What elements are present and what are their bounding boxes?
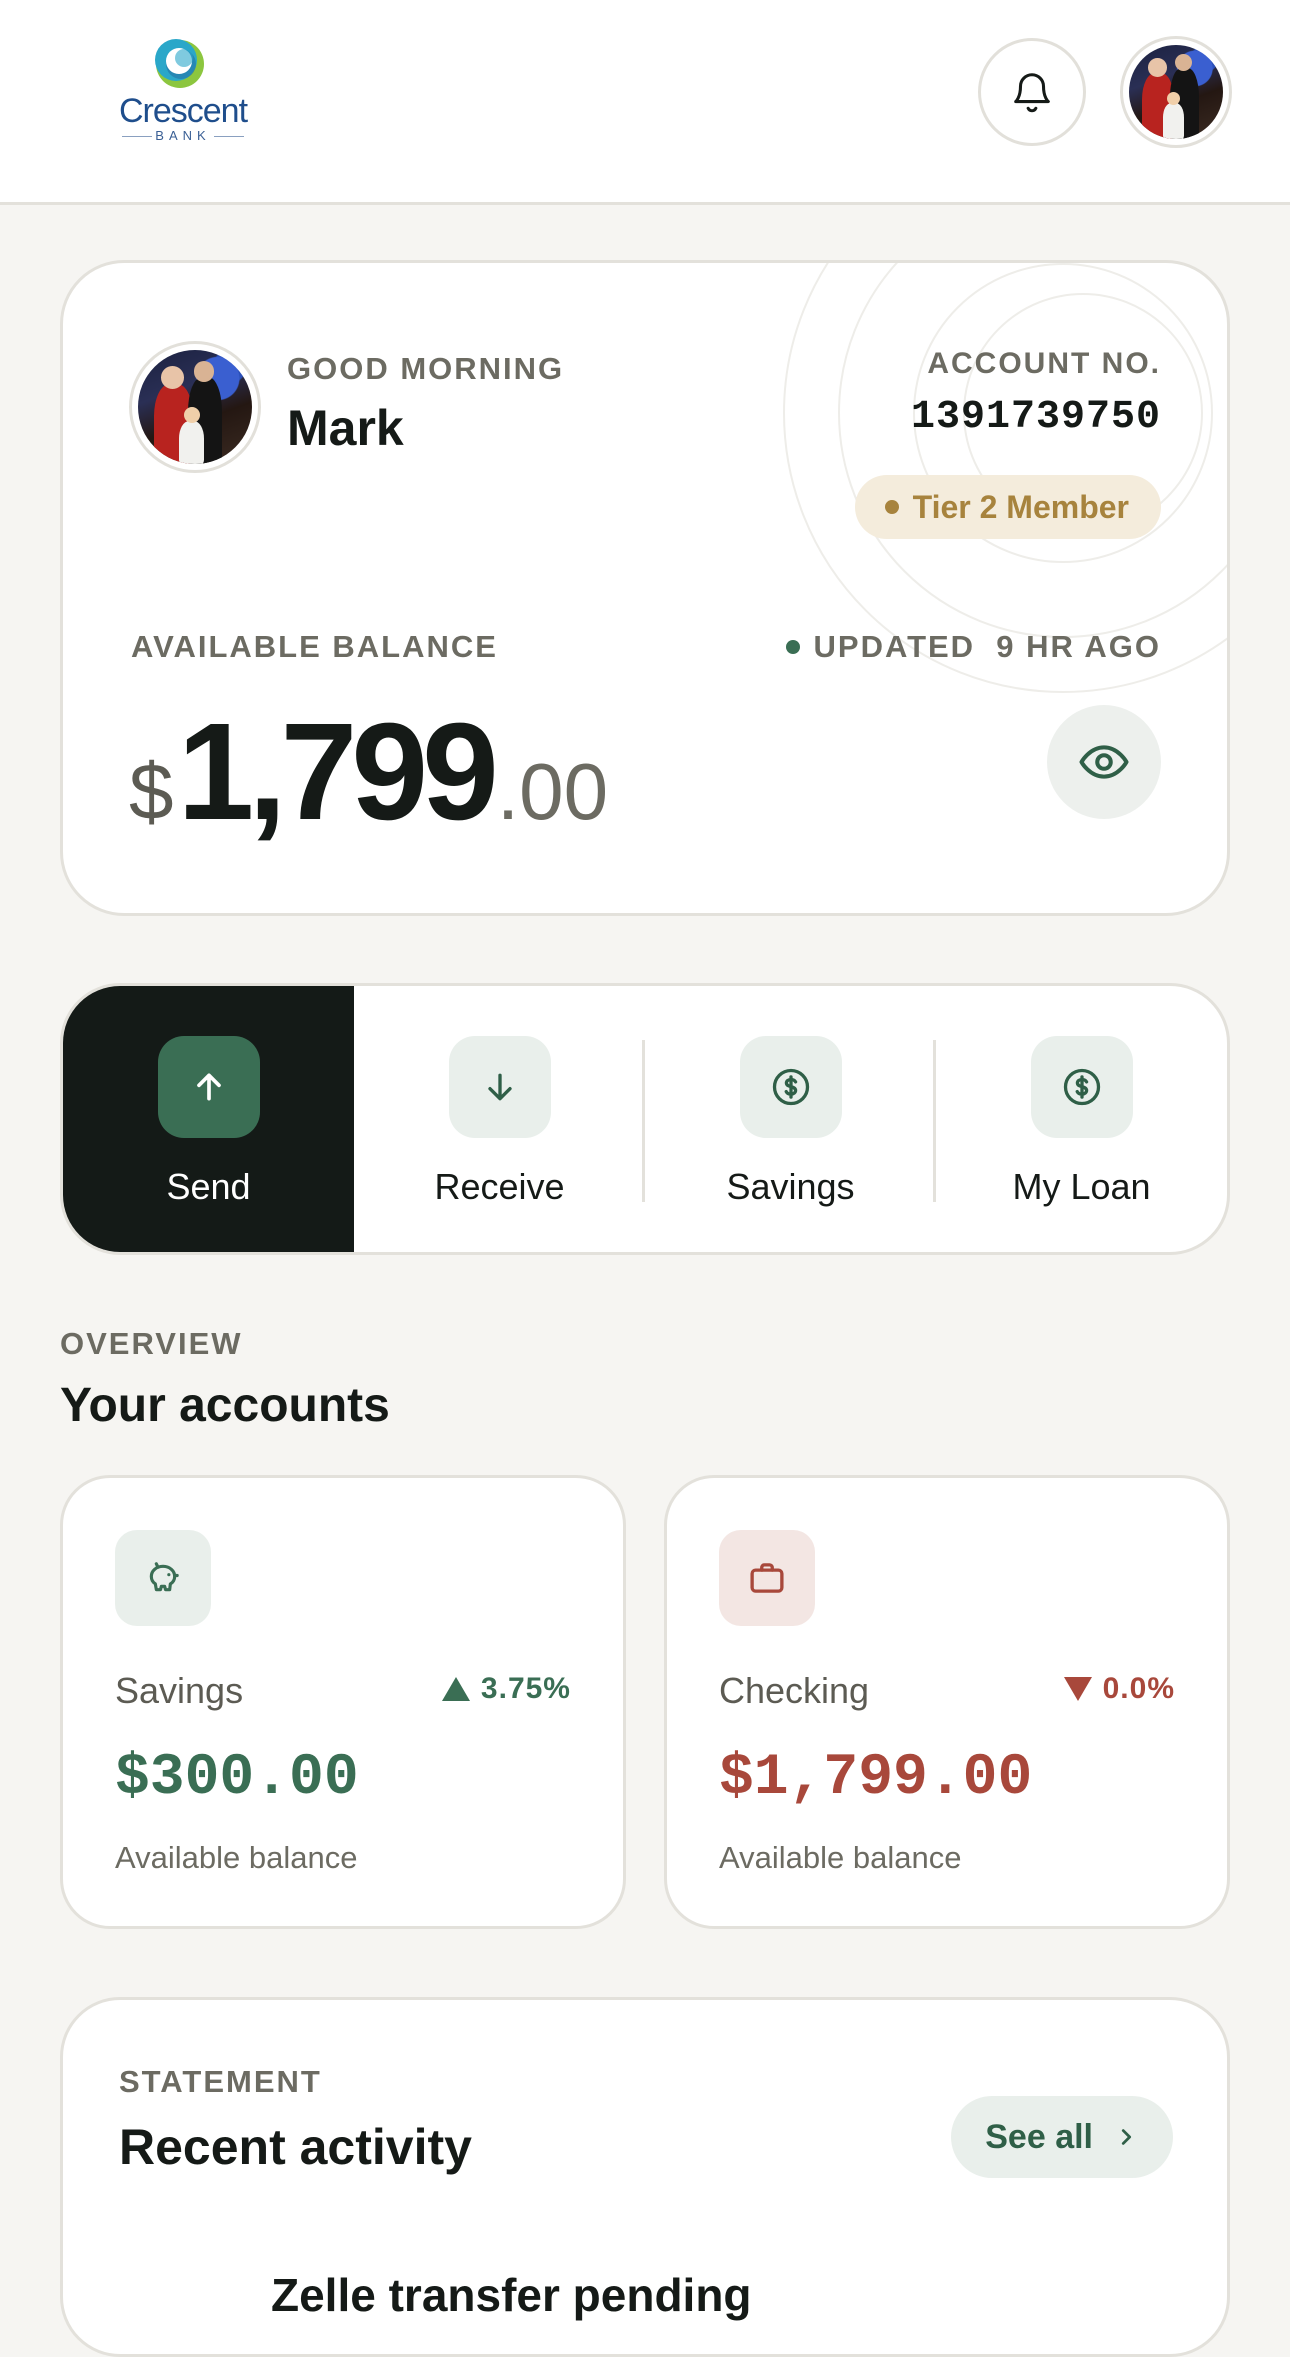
my-loan-button[interactable]: My Loan [936, 986, 1227, 1252]
profile-avatar-button[interactable] [1120, 36, 1232, 148]
send-label: Send [166, 1166, 251, 1207]
savings-account-card[interactable]: Savings 3.75% $300.00 Available balance [60, 1475, 626, 1929]
tier-label: Tier 2 Member [912, 488, 1129, 525]
send-icon-tile [157, 1036, 260, 1138]
account-balance-caption: Available balance [115, 1840, 358, 1875]
avatar-photo [1129, 45, 1223, 139]
dollar-circle-icon [1063, 1068, 1100, 1106]
balance-currency: $ [129, 747, 174, 836]
account-number-label: ACCOUNT NO. [927, 347, 1161, 380]
statement-title: Recent activity [119, 2119, 472, 2175]
checking-icon-tile [719, 1530, 815, 1626]
statement-card: STATEMENT Recent activity See all Zelle … [60, 1997, 1230, 2357]
account-balance-caption: Available balance [719, 1840, 962, 1875]
loan-icon-tile [1030, 1036, 1133, 1138]
avatar-photo [138, 350, 252, 464]
status-dot-icon [785, 640, 800, 654]
tier-badge: Tier 2 Member [854, 475, 1161, 539]
overview-label: OVERVIEW [60, 1326, 243, 1361]
my-loan-label: My Loan [1012, 1166, 1151, 1207]
available-balance-label: AVAILABLE BALANCE [131, 629, 498, 664]
receive-button[interactable]: Receive [354, 986, 645, 1252]
send-button[interactable]: Send [63, 986, 354, 1252]
overview-title: Your accounts [60, 1379, 390, 1432]
account-balance: $1,799.00 [719, 1746, 1033, 1811]
account-balance: $300.00 [115, 1746, 359, 1811]
chevron-right-icon [1121, 2129, 1132, 2145]
savings-button[interactable]: Savings [645, 986, 936, 1252]
rate-change-value: 3.75% [480, 1672, 571, 1705]
receive-label: Receive [434, 1166, 565, 1207]
balance-main: 1,799 [177, 695, 499, 849]
eye-icon [1079, 745, 1129, 779]
rate-change: 0.0% [1063, 1672, 1175, 1706]
rate-change-value: 0.0% [1102, 1672, 1175, 1705]
updated-status: UPDATED 9 HR AGO [785, 629, 1161, 665]
arrow-down-icon [487, 1073, 512, 1101]
quick-actions: Send Receive Savings My Loan [60, 983, 1230, 1255]
app-header: Crescent BANK [0, 0, 1290, 205]
savings-label: Savings [726, 1166, 855, 1207]
piggy-bank-icon [149, 1562, 179, 1592]
user-name: Mark [287, 400, 404, 456]
updated-text: UPDATED 9 HR AGO [813, 629, 1161, 664]
savings-icon-tile [739, 1036, 842, 1138]
toggle-balance-visibility-button[interactable] [1047, 705, 1161, 819]
tier-dot-icon [884, 500, 899, 514]
dollar-circle-icon [772, 1068, 809, 1106]
bell-icon [1014, 73, 1050, 113]
balance-cents: .00 [496, 747, 609, 836]
user-avatar [129, 341, 261, 473]
savings-icon-tile [115, 1530, 211, 1626]
account-number: 1391739750 [910, 395, 1161, 440]
bank-logo[interactable]: Crescent BANK [118, 34, 248, 143]
account-name: Checking [719, 1670, 870, 1711]
crescent-logo-icon [155, 39, 204, 88]
receive-icon-tile [448, 1036, 551, 1138]
statement-label: STATEMENT [119, 2064, 322, 2099]
balance-card: GOOD MORNING Mark ACCOUNT NO. 1391739750… [60, 260, 1230, 916]
logo-wordmark: Crescent [118, 92, 248, 130]
account-name: Savings [115, 1670, 244, 1711]
rate-change: 3.75% [441, 1672, 571, 1706]
briefcase-icon [750, 1563, 784, 1593]
see-all-label: See all [985, 2117, 1093, 2156]
greeting-text: GOOD MORNING [287, 351, 565, 386]
balance-amount: $ 1,799 .00 [129, 693, 608, 852]
transaction-title[interactable]: Zelle transfer pending [271, 2268, 752, 2322]
notifications-button[interactable] [978, 38, 1086, 146]
checking-account-card[interactable]: Checking 0.0% $1,799.00 Available balanc… [664, 1475, 1230, 1929]
logo-subtitle: BANK [118, 128, 248, 143]
see-all-button[interactable]: See all [951, 2096, 1173, 2178]
triangle-down-icon [1063, 1677, 1092, 1701]
triangle-up-icon [441, 1677, 470, 1701]
arrow-up-icon [196, 1073, 221, 1101]
